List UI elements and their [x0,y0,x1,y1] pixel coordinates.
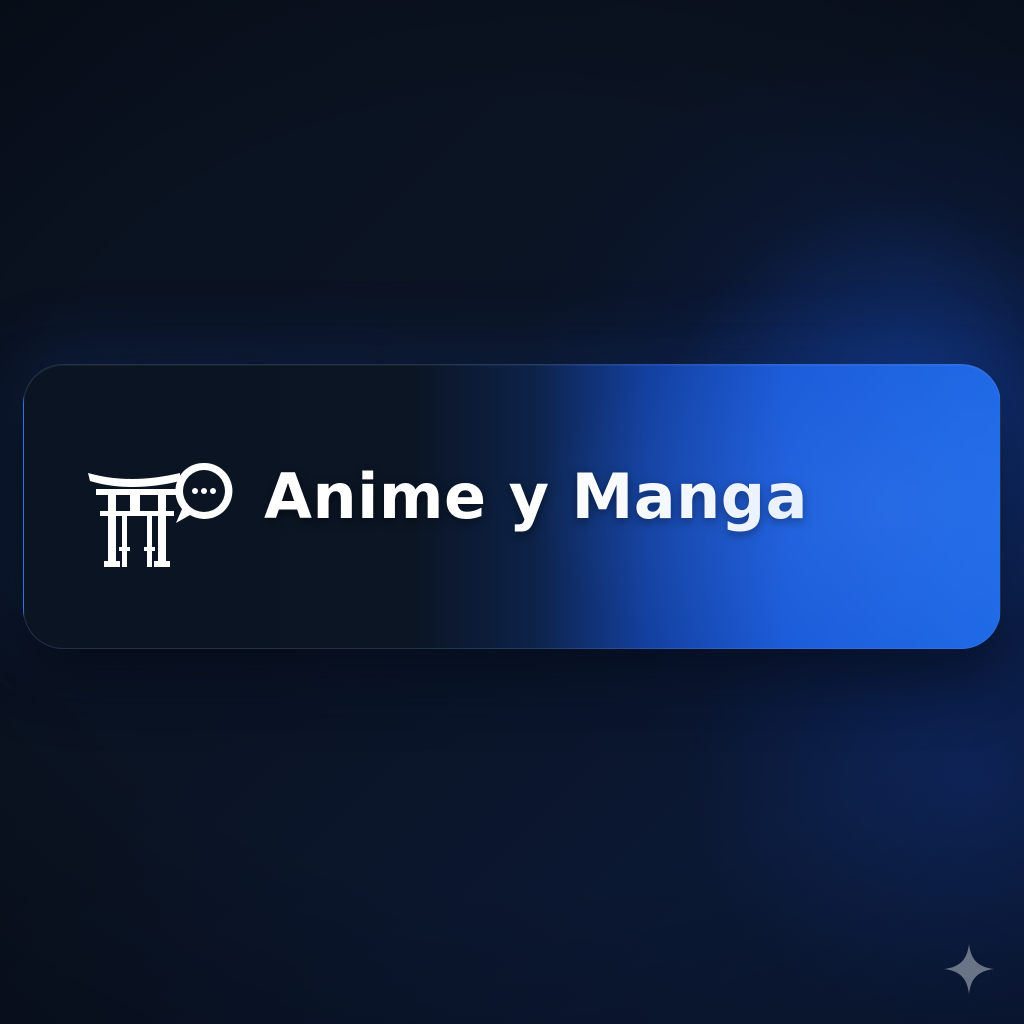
sparkle-icon [942,942,996,996]
torii-gate-chat-bubble-icon [86,461,236,573]
banner-title: Anime y Manga [264,460,809,533]
anime-manga-banner[interactable]: Anime y Manga [23,364,1001,649]
